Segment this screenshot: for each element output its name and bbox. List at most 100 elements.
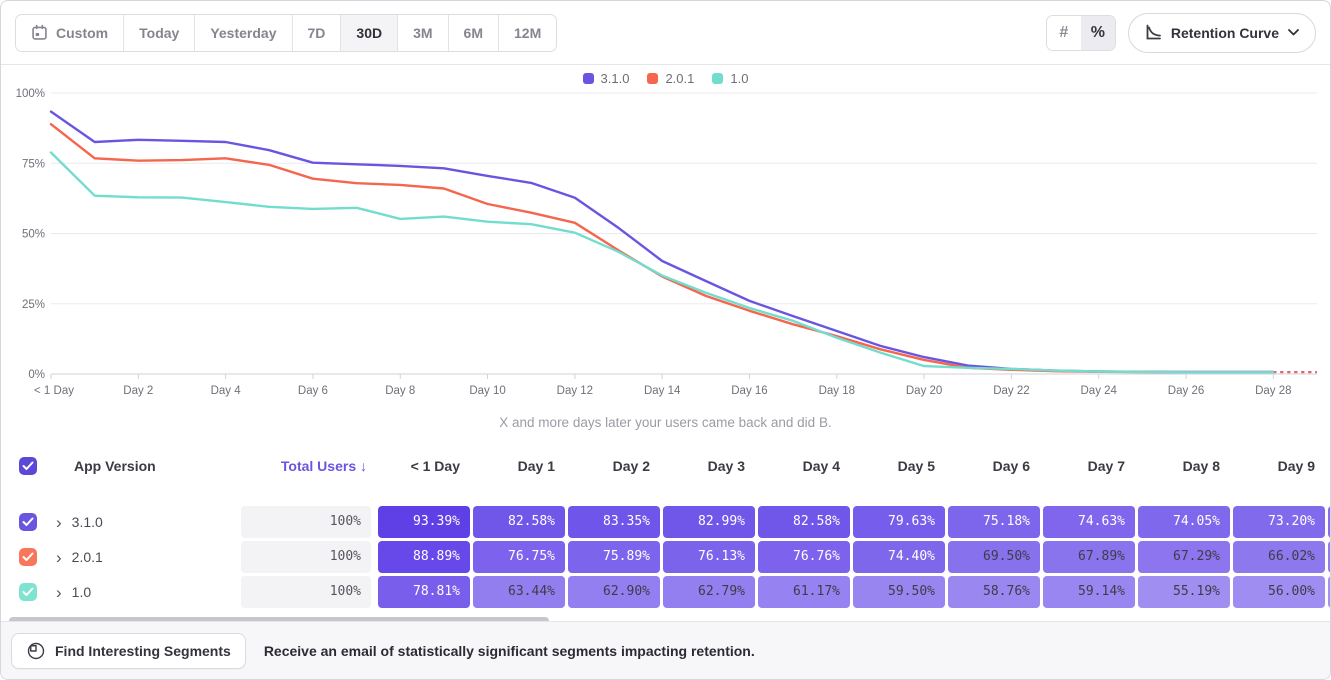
column-header-day-2[interactable]: Day 2 (565, 458, 660, 474)
retention-cell[interactable]: 82.58% (473, 506, 565, 538)
column-header-day-1[interactable]: Day 1 (470, 458, 565, 474)
date-range-today[interactable]: Today (124, 15, 195, 51)
retention-cell[interactable]: 82.58% (758, 506, 850, 538)
chart-caption: X and more days later your users came ba… (1, 415, 1330, 430)
date-range-custom[interactable]: Custom (16, 15, 124, 51)
chart-legend: 3.1.0 2.0.1 1.0 (1, 71, 1330, 86)
retention-cell[interactable]: 76.76% (758, 541, 850, 573)
y-axis-label: 75% (22, 158, 45, 170)
y-axis-label: 0% (28, 369, 45, 381)
x-axis-label: Day 14 (644, 385, 681, 397)
retention-cell[interactable]: 75.18% (948, 506, 1040, 538)
find-interesting-segments-label: Find Interesting Segments (55, 643, 231, 659)
retention-cell[interactable]: 88.89% (378, 541, 470, 573)
retention-cell[interactable]: 74.05% (1138, 506, 1230, 538)
expand-row-chevron[interactable]: › (56, 514, 62, 531)
select-all-checkbox[interactable] (19, 457, 37, 475)
chevron-down-icon (1288, 29, 1299, 36)
retention-cell[interactable]: 93.39% (378, 506, 470, 538)
retention-cell[interactable]: 62.79% (663, 576, 755, 608)
total-users-cell: 100% (241, 576, 371, 608)
retention-cell[interactable]: 67.29% (1138, 541, 1230, 573)
legend-label: 3.1.0 (601, 71, 630, 86)
retention-cell[interactable]: 55.19% (1138, 576, 1230, 608)
column-header-total-users[interactable]: Total Users ↓ (241, 458, 371, 474)
column-header-day-9[interactable]: Day 9 (1230, 458, 1325, 474)
app-version-label: 3.1.0 (72, 514, 103, 530)
retention-cell[interactable]: 79.63% (853, 506, 945, 538)
x-axis-label: Day 24 (1081, 385, 1118, 397)
x-axis-label: Day 12 (557, 385, 593, 397)
retention-cell[interactable]: 67.89% (1043, 541, 1135, 573)
retention-cell[interactable]: 58.76% (948, 576, 1040, 608)
date-range-30d[interactable]: 30D (341, 15, 398, 51)
retention-cell[interactable]: 56.00% (1233, 576, 1325, 608)
retention-cell[interactable]: 76.13% (663, 541, 755, 573)
legend-item-1.0[interactable]: 1.0 (712, 71, 748, 86)
toolbar-right: #% Retention Curve (1046, 13, 1316, 53)
x-axis-label: Day 18 (819, 385, 855, 397)
x-axis-label: Day 26 (1168, 385, 1204, 397)
table-row-1.0: ›1.0100%78.81%63.44%62.90%62.79%61.17%59… (1, 576, 1330, 608)
retention-cell[interactable]: 78.81% (378, 576, 470, 608)
x-axis-label: Day 10 (469, 385, 505, 397)
x-axis-label: Day 22 (993, 385, 1029, 397)
legend-swatch (647, 73, 658, 84)
x-axis-label: < 1 Day (34, 385, 74, 397)
legend-item-3.1.0[interactable]: 3.1.0 (583, 71, 630, 86)
retention-line-chart: 0%25%50%75%100%< 1 DayDay 2Day 4Day 6Day… (1, 65, 1331, 441)
sort-descending-icon: ↓ (360, 458, 367, 474)
date-range-6m[interactable]: 6M (449, 15, 499, 51)
column-header-1-day[interactable]: < 1 Day (375, 458, 470, 474)
line-series-1.0[interactable] (51, 153, 1273, 373)
retention-cell[interactable]: 66.02% (1233, 541, 1325, 573)
retention-cell[interactable]: 82.99% (663, 506, 755, 538)
retention-cell[interactable]: 76.75% (473, 541, 565, 573)
legend-swatch (583, 73, 594, 84)
column-header-day-7[interactable]: Day 7 (1040, 458, 1135, 474)
x-axis-label: Day 28 (1255, 385, 1291, 397)
row-checkbox-1.0[interactable] (19, 583, 37, 601)
retention-cell[interactable]: 69.50% (948, 541, 1040, 573)
column-header-day-6[interactable]: Day 6 (945, 458, 1040, 474)
retention-cell[interactable]: 63.44% (473, 576, 565, 608)
table-row-3.1.0: ›3.1.0100%93.39%82.58%83.35%82.99%82.58%… (1, 506, 1330, 538)
date-range-3m[interactable]: 3M (398, 15, 448, 51)
expand-row-chevron[interactable]: › (56, 549, 62, 566)
find-interesting-segments-button[interactable]: Find Interesting Segments (11, 633, 246, 669)
retention-cell[interactable]: 74.63% (1043, 506, 1135, 538)
line-series-3.1.0[interactable] (51, 112, 1273, 372)
row-checkbox-2.0.1[interactable] (19, 548, 37, 566)
retention-cell[interactable]: 75.89% (568, 541, 660, 573)
row-checkbox-3.1.0[interactable] (19, 513, 37, 531)
app-version-label: 2.0.1 (72, 549, 103, 565)
date-range-yesterday[interactable]: Yesterday (195, 15, 292, 51)
y-axis-label: 100% (16, 88, 45, 100)
column-header-day-5[interactable]: Day 5 (850, 458, 945, 474)
retention-report: CustomTodayYesterday7D30D3M6M12M #% Rete… (0, 0, 1331, 680)
column-header-day-8[interactable]: Day 8 (1135, 458, 1230, 474)
retention-cell[interactable]: 83.35% (568, 506, 660, 538)
retention-cell[interactable]: 59.14% (1043, 576, 1135, 608)
column-header-day-3[interactable]: Day 3 (660, 458, 755, 474)
x-axis-label: Day 6 (298, 385, 328, 397)
expand-row-chevron[interactable]: › (56, 584, 62, 601)
line-series-2.0.1[interactable] (51, 124, 1273, 372)
date-range-7d[interactable]: 7D (293, 15, 342, 51)
chart-type-dropdown[interactable]: Retention Curve (1128, 13, 1316, 53)
total-users-cell: 100% (241, 506, 371, 538)
check-icon (22, 517, 34, 527)
column-header-day-4[interactable]: Day 4 (755, 458, 850, 474)
absolute-numbers-toggle[interactable]: # (1047, 16, 1081, 50)
retention-cell[interactable]: 73.20% (1233, 506, 1325, 538)
retention-cell[interactable]: 61.17% (758, 576, 850, 608)
toolbar: CustomTodayYesterday7D30D3M6M12M #% Rete… (1, 1, 1330, 65)
retention-cell[interactable]: 59.50% (853, 576, 945, 608)
date-range-12m[interactable]: 12M (499, 15, 556, 51)
retention-cell[interactable]: 74.40% (853, 541, 945, 573)
retention-cell[interactable]: 62.90% (568, 576, 660, 608)
x-axis-label: Day 2 (123, 385, 153, 397)
calendar-icon (31, 24, 48, 41)
legend-item-2.0.1[interactable]: 2.0.1 (647, 71, 694, 86)
percentage-toggle[interactable]: % (1081, 16, 1115, 50)
